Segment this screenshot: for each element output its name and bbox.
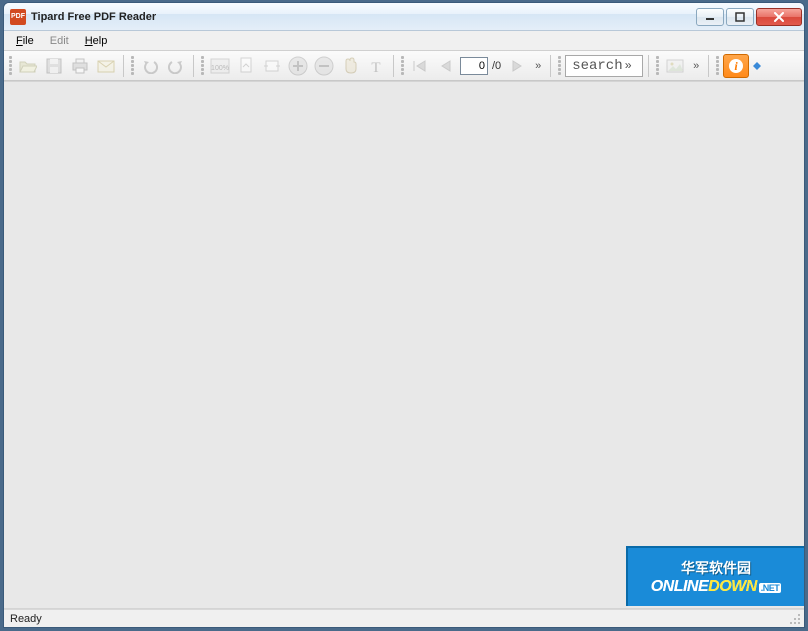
- window-controls: [696, 8, 802, 26]
- toolbar-separator: [708, 55, 709, 77]
- fit-width-button[interactable]: [260, 54, 284, 78]
- toolbar-overflow-icon[interactable]: »: [531, 54, 545, 78]
- hand-tool-button[interactable]: [338, 54, 362, 78]
- zoom-100-button[interactable]: 100%: [208, 54, 232, 78]
- search-placeholder: search: [572, 58, 622, 74]
- zoom-in-button[interactable]: [286, 54, 310, 78]
- minimize-button[interactable]: [696, 8, 724, 26]
- fit-width-icon: [263, 59, 281, 73]
- app-icon: PDF: [10, 9, 26, 25]
- toolbar-grip-icon[interactable]: [654, 55, 660, 77]
- info-icon: i: [728, 58, 744, 74]
- page-number-input[interactable]: [460, 57, 488, 75]
- fit-page-button[interactable]: [234, 54, 258, 78]
- menu-help[interactable]: Help: [77, 33, 116, 49]
- resize-grip-icon[interactable]: [789, 613, 801, 625]
- app-window: PDF Tipard Free PDF Reader File Edit Hel…: [3, 2, 805, 628]
- rotate-left-icon: [142, 58, 158, 74]
- info-button[interactable]: i: [723, 54, 749, 78]
- toolbar-grip-icon[interactable]: [7, 55, 13, 77]
- print-button[interactable]: [68, 54, 92, 78]
- arrow-left-icon: [439, 59, 453, 73]
- first-page-icon: [411, 59, 429, 73]
- toolbar-grip-icon[interactable]: [199, 55, 205, 77]
- toolbar-grip-icon[interactable]: [129, 55, 135, 77]
- watermark-text-cn: 华军软件园: [681, 558, 751, 578]
- toolbar-grip-icon[interactable]: [399, 55, 405, 77]
- window-title: Tipard Free PDF Reader: [31, 11, 156, 23]
- hand-icon: [342, 57, 358, 75]
- chevrons-right-icon: »: [625, 59, 632, 73]
- statusbar: Ready: [4, 609, 804, 627]
- search-input[interactable]: search »: [565, 55, 643, 77]
- toolbar-grip-icon[interactable]: [556, 55, 562, 77]
- toolbar-separator: [123, 55, 124, 77]
- status-text: Ready: [10, 613, 42, 625]
- plus-circle-icon: [288, 56, 308, 76]
- titlebar: PDF Tipard Free PDF Reader: [4, 3, 804, 31]
- percent-100-icon: 100%: [210, 58, 230, 74]
- page-total-label: /0: [490, 60, 503, 72]
- open-button[interactable]: [16, 54, 40, 78]
- menu-edit: Edit: [42, 33, 77, 49]
- rotate-right-icon: [168, 58, 184, 74]
- snapshot-button[interactable]: [663, 54, 687, 78]
- minus-circle-icon: [314, 56, 334, 76]
- toolbar-separator: [648, 55, 649, 77]
- rotate-right-button[interactable]: [164, 54, 188, 78]
- toolbar-grip-icon[interactable]: [714, 55, 720, 77]
- rotate-left-button[interactable]: [138, 54, 162, 78]
- envelope-icon: [97, 59, 115, 73]
- toolbar: 100% T /0 »: [4, 51, 804, 81]
- svg-text:100%: 100%: [211, 65, 229, 72]
- toolbar-separator: [393, 55, 394, 77]
- save-button[interactable]: [42, 54, 66, 78]
- prev-page-button[interactable]: [434, 54, 458, 78]
- mail-button[interactable]: [94, 54, 118, 78]
- maximize-button[interactable]: [726, 8, 754, 26]
- image-icon: [666, 59, 684, 73]
- watermark-text-en: ONLINEDOWN.NET: [651, 578, 782, 596]
- toolbar-separator: [550, 55, 551, 77]
- folder-open-icon: [19, 58, 37, 74]
- toolbar-overflow-icon[interactable]: »: [689, 54, 703, 78]
- arrow-right-icon: [510, 59, 524, 73]
- floppy-icon: [46, 58, 62, 74]
- toolbar-separator: [193, 55, 194, 77]
- next-page-button[interactable]: [505, 54, 529, 78]
- first-page-button[interactable]: [408, 54, 432, 78]
- watermark-badge: 华军软件园 ONLINEDOWN.NET: [626, 546, 804, 606]
- document-viewport: [4, 81, 804, 609]
- dropdown-diamond-icon[interactable]: [751, 60, 763, 72]
- menu-file[interactable]: File: [8, 33, 42, 49]
- text-select-button[interactable]: T: [364, 54, 388, 78]
- text-tool-icon: T: [368, 58, 384, 74]
- zoom-out-button[interactable]: [312, 54, 336, 78]
- menubar: File Edit Help: [4, 31, 804, 51]
- close-button[interactable]: [756, 8, 802, 26]
- printer-icon: [71, 58, 89, 74]
- page-fit-icon: [239, 57, 253, 75]
- svg-text:T: T: [371, 60, 380, 74]
